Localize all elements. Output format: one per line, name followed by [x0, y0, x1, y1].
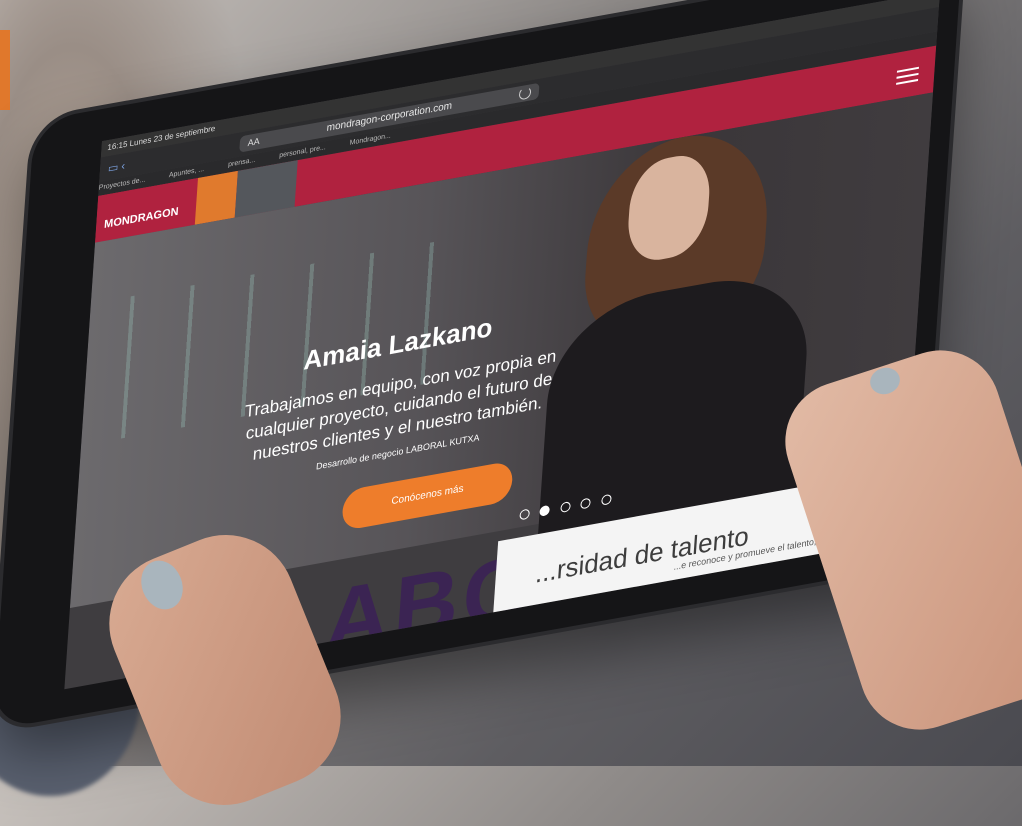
carousel-dot[interactable] [580, 497, 592, 510]
carousel-dot[interactable] [519, 508, 530, 521]
anniversary-badge [194, 170, 238, 225]
orange-accent [0, 30, 10, 110]
bookmark-3[interactable]: prensa... [228, 157, 256, 169]
sidebar-icon[interactable]: ▭ ‹ [108, 159, 126, 175]
carousel-dot[interactable] [560, 501, 571, 514]
carousel-dot[interactable] [539, 504, 551, 517]
carousel-dot[interactable] [600, 493, 612, 506]
hamburger-menu-icon[interactable] [896, 63, 919, 89]
reader-mode-button[interactable]: AA [247, 133, 260, 151]
